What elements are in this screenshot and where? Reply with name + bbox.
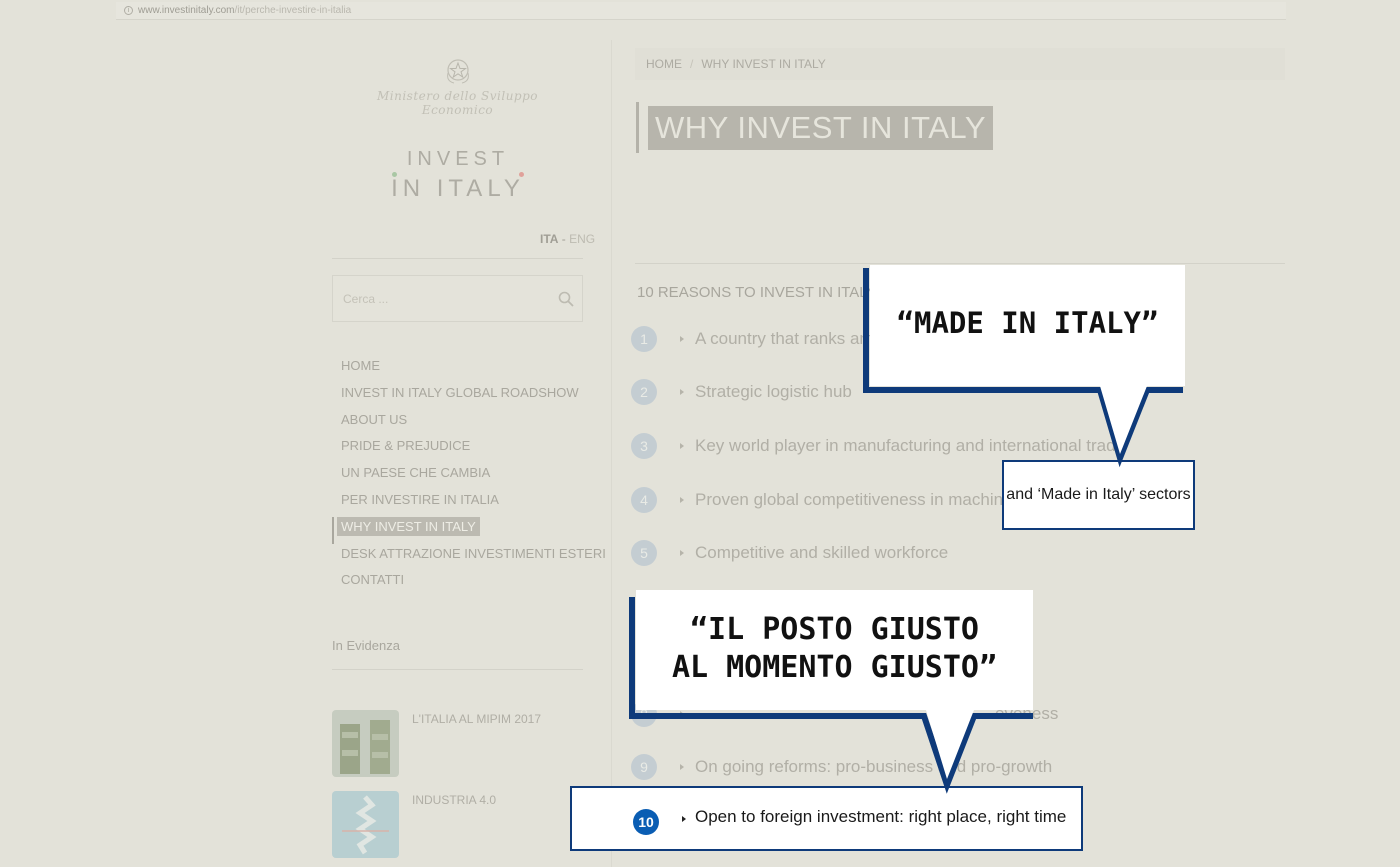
made-in-italy-callout-text: “MADE IN ITALY” [896,306,1159,340]
evidenza-item[interactable]: L'ITALIA AL MIPIM 2017 [332,710,584,778]
caret-right-icon [680,497,684,503]
evidenza-item-title[interactable]: INDUSTRIA 4.0 [412,793,496,807]
caret-right-icon [680,550,684,556]
reason-number: 2 [631,379,657,405]
search-box [332,275,583,322]
search-icon[interactable] [558,291,574,307]
industria-thumbnail[interactable] [332,791,399,858]
breadcrumb-separator: / [690,57,694,71]
address-bar[interactable]: i www.investinitaly.com/it/perche-invest… [116,2,1286,20]
caret-right-icon [680,389,684,395]
column-divider [611,40,612,867]
reason-number: 10 [633,809,659,835]
info-icon: i [124,6,133,15]
reason-number: 3 [631,433,657,459]
sidebar-divider [332,258,583,259]
reason-number: 1 [631,326,657,352]
evidenza-item-title[interactable]: L'ITALIA AL MIPIM 2017 [412,712,541,726]
reason-item[interactable]: 1 A country that ranks amo [631,325,883,353]
posto-giusto-callout: “IL POSTO GIUSTO AL MOMENTO GIUSTO” [629,589,1036,794]
reason-text: Competitive and skilled workforce [695,543,949,562]
nav-item-desk[interactable]: DESK ATTRAZIONE INVESTIMENTI ESTERI [332,544,606,571]
nav-item-contatti[interactable]: CONTATTI [332,570,606,597]
breadcrumb-current: WHY INVEST IN ITALY [701,57,826,71]
search-input[interactable] [333,276,533,321]
reason-10-highlight[interactable]: 10 Open to foreign investment: right pla… [570,786,1083,851]
caret-right-icon [680,443,684,449]
nav-item-about-us[interactable]: ABOUT US [332,410,606,437]
language-switcher: ITA - ENG [540,232,595,246]
ministry-logo[interactable]: Ministero dello Sviluppo Economico [355,55,560,117]
lang-eng[interactable]: ENG [569,232,595,246]
reason-item[interactable]: 2 Strategic logistic hub [631,378,852,406]
made-in-italy-highlight: and ‘Made in Italy’ sectors [1002,460,1195,530]
logo-red-dot [519,172,524,177]
reason-text: Proven global competitiveness in machine… [695,490,1027,509]
callout-frame [863,265,1185,468]
url-path: /it/perche-investire-in-italia [234,5,352,16]
url-domain: www.investinitaly.com [138,5,235,16]
breadcrumb-home[interactable]: HOME [646,57,682,71]
reason-text: Strategic logistic hub [695,382,852,401]
mipim-thumbnail[interactable] [332,710,399,777]
reason-item[interactable]: 4 Proven global competitiveness in machi… [631,486,1027,514]
reason-text: Open to foreign investment: right place,… [695,807,1067,826]
posto-line1: “IL POSTO GIUSTO [690,612,979,647]
reasons-heading: 10 REASONS TO INVEST IN ITALY [637,284,877,301]
nav-item-per-investire[interactable]: PER INVESTIRE IN ITALIA [332,490,606,517]
reason-number: 5 [631,540,657,566]
evidenza-divider [332,669,583,670]
reason-number: 4 [631,487,657,513]
lang-ita[interactable]: ITA [540,232,558,246]
invest-in-italy-logo[interactable]: INVEST IN ITALY [390,148,526,203]
ministry-name: Ministero dello Sviluppo Economico [376,89,539,117]
nav-item-un-paese[interactable]: UN PAESE CHE CAMBIA [332,463,606,490]
emblem-icon [446,59,469,84]
page-title: WHY INVEST IN ITALY [636,102,994,153]
caret-right-icon [680,336,684,342]
posto-line2: AL MOMENTO GIUSTO” [671,650,998,685]
caret-right-icon [682,816,686,822]
reason-text: A country that ranks amo [695,329,884,348]
breadcrumb: HOME / WHY INVEST IN ITALY [635,48,1285,80]
logo-green-dot [392,172,397,177]
nav-item-global-roadshow[interactable]: INVEST IN ITALY GLOBAL ROADSHOW [332,383,606,410]
sidebar-nav: HOME INVEST IN ITALY GLOBAL ROADSHOW ABO… [332,356,606,597]
reason-item[interactable]: 5 Competitive and skilled workforce [631,539,948,567]
evidenza-item[interactable]: INDUSTRIA 4.0 [332,791,584,859]
nav-item-home[interactable]: HOME [332,356,606,383]
logo-line1: INVEST [406,148,510,170]
logo-line2: IN ITALY [391,175,525,202]
evidenza-heading: In Evidenza [332,638,400,653]
lang-separator: - [558,232,570,246]
nav-item-why-invest[interactable]: WHY INVEST IN ITALY [332,516,606,544]
posto-giusto-callout-text: “IL POSTO GIUSTO AL MOMENTO GIUSTO” [636,611,1033,687]
nav-item-pride-prejudice[interactable]: PRIDE & PREJUDICE [332,436,606,463]
made-in-italy-callout: “MADE IN ITALY” [863,264,1189,468]
